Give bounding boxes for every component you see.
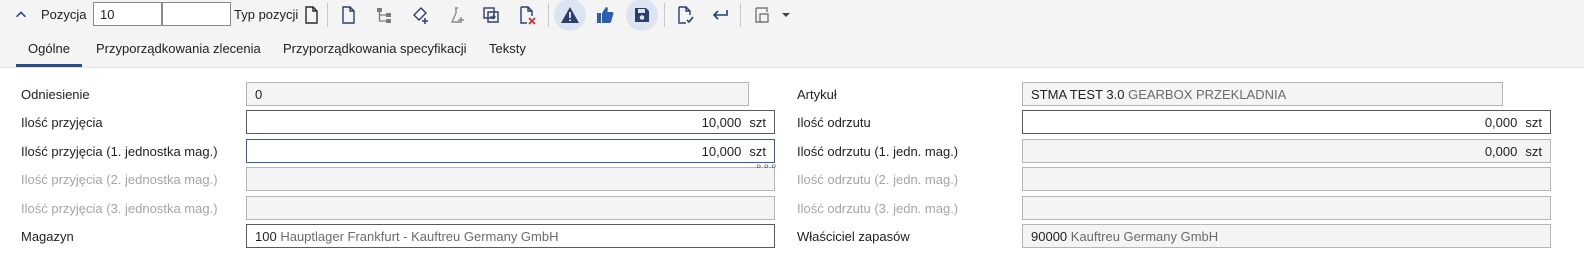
print-layout-icon[interactable] xyxy=(750,4,772,26)
tab-texts[interactable]: Teksty xyxy=(489,41,526,56)
toolbar-divider xyxy=(548,3,549,27)
stock-owner-field: 90000 Kauftreu Germany GmbH xyxy=(1022,224,1551,248)
warehouse-label: Magazyn xyxy=(21,229,74,244)
return-arrow-icon[interactable] xyxy=(709,4,731,26)
tab-general[interactable]: Ogólne xyxy=(28,41,70,56)
receipt-quantity-2-field xyxy=(246,167,775,191)
reject-quantity-1-value: 0,000 xyxy=(1484,144,1518,159)
add-shape-icon[interactable] xyxy=(410,4,432,26)
reject-quantity-field[interactable]: 0,000 szt xyxy=(1022,110,1551,134)
reject-quantity-3-label: Ilość odrzutu (3. jedn. mag.) xyxy=(797,201,959,216)
reject-quantity-unit: szt xyxy=(1525,115,1542,130)
article-description: GEARBOX PRZEKLADNIA xyxy=(1128,87,1287,102)
receipt-quantity-value: 10,000 xyxy=(701,115,742,130)
reject-quantity-1-field: 0,000 szt xyxy=(1022,139,1551,163)
reject-quantity-2-field xyxy=(1022,167,1551,191)
receipt-quantity-3-field xyxy=(246,196,775,220)
hierarchy-icon[interactable] xyxy=(373,4,395,26)
warehouse-description: Hauptlager Frankfurt - Kauftreu Germany … xyxy=(280,229,559,244)
receipt-quantity-label: Ilość przyjęcia xyxy=(21,115,103,130)
receipt-quantity-2-label: Ilość przyjęcia (2. jednostka mag.) xyxy=(21,172,218,187)
position-input[interactable]: 10 xyxy=(93,2,162,26)
position-secondary-input[interactable] xyxy=(162,2,231,26)
position-label: Pozycja xyxy=(41,7,87,22)
article-field: STMA TEST 3.0 GEARBOX PRZEKLADNIA xyxy=(1022,82,1503,106)
save-icon[interactable] xyxy=(626,0,658,31)
tab-bar: Ogólne Przyporządkowania zlecenia Przypo… xyxy=(0,31,1584,68)
tab-specification-assignments[interactable]: Przyporządkowania specyfikacji xyxy=(283,41,467,56)
warehouse-code: 100 xyxy=(255,229,277,244)
receipt-quantity-field[interactable]: 10,000 szt xyxy=(246,110,775,134)
toolbar-divider xyxy=(327,3,328,27)
delete-document-icon[interactable] xyxy=(516,4,538,26)
article-code: STMA TEST 3.0 xyxy=(1031,87,1125,102)
more-options-icon[interactable]: ∘∘∘ xyxy=(755,159,778,173)
toolbar-divider xyxy=(664,3,665,27)
warehouse-field[interactable]: 100 Hauptlager Frankfurt - Kauftreu Germ… xyxy=(246,224,775,248)
reject-quantity-1-label: Ilość odrzutu (1. jedn. mag.) xyxy=(797,144,959,159)
toolbar: Pozycja 10 Typ pozycji xyxy=(0,0,1584,31)
document-check-icon[interactable] xyxy=(674,4,696,26)
document-icon[interactable] xyxy=(300,4,322,26)
receipt-quantity-1-unit: szt xyxy=(749,144,766,159)
chevron-up-icon[interactable] xyxy=(12,6,30,24)
reject-quantity-2-label: Ilość odrzutu (2. jedn. mag.) xyxy=(797,172,959,187)
article-label: Artykuł xyxy=(797,87,837,102)
reject-quantity-value: 0,000 xyxy=(1484,115,1518,130)
thumbs-up-icon[interactable] xyxy=(594,4,616,26)
warning-icon[interactable] xyxy=(554,0,586,31)
stock-owner-code: 90000 xyxy=(1031,229,1068,244)
reject-quantity-label: Ilość odrzutu xyxy=(797,115,871,130)
stock-owner-description: Kauftreu Germany GmbH xyxy=(1070,229,1219,244)
general-form: Odniesienie 0 Ilość przyjęcia 10,000 szt … xyxy=(0,68,1584,259)
item-type-label: Typ pozycji xyxy=(234,7,299,22)
add-flask-icon[interactable] xyxy=(446,4,468,26)
receipt-quantity-1-label: Ilość przyjęcia (1. jednostka mag.) xyxy=(21,144,218,159)
active-tab-indicator xyxy=(16,64,82,67)
receipt-quantity-3-label: Ilość przyjęcia (3. jednostka mag.) xyxy=(21,201,218,216)
reject-quantity-3-field xyxy=(1022,196,1551,220)
stock-owner-label: Właściciel zapasów xyxy=(797,229,910,244)
receipt-quantity-1-field[interactable]: 10,000 szt xyxy=(246,139,775,163)
reference-label: Odniesienie xyxy=(21,87,90,102)
reference-field[interactable]: 0 xyxy=(246,82,749,106)
receipt-quantity-1-value: 10,000 xyxy=(701,144,742,159)
receipt-quantity-unit: szt xyxy=(749,115,766,130)
toolbar-divider xyxy=(740,3,741,27)
chevron-down-icon[interactable] xyxy=(775,4,797,26)
copy-transfer-icon[interactable] xyxy=(480,4,502,26)
reject-quantity-1-unit: szt xyxy=(1525,144,1542,159)
new-document-icon[interactable] xyxy=(337,4,359,26)
tab-order-assignments[interactable]: Przyporządkowania zlecenia xyxy=(96,41,261,56)
